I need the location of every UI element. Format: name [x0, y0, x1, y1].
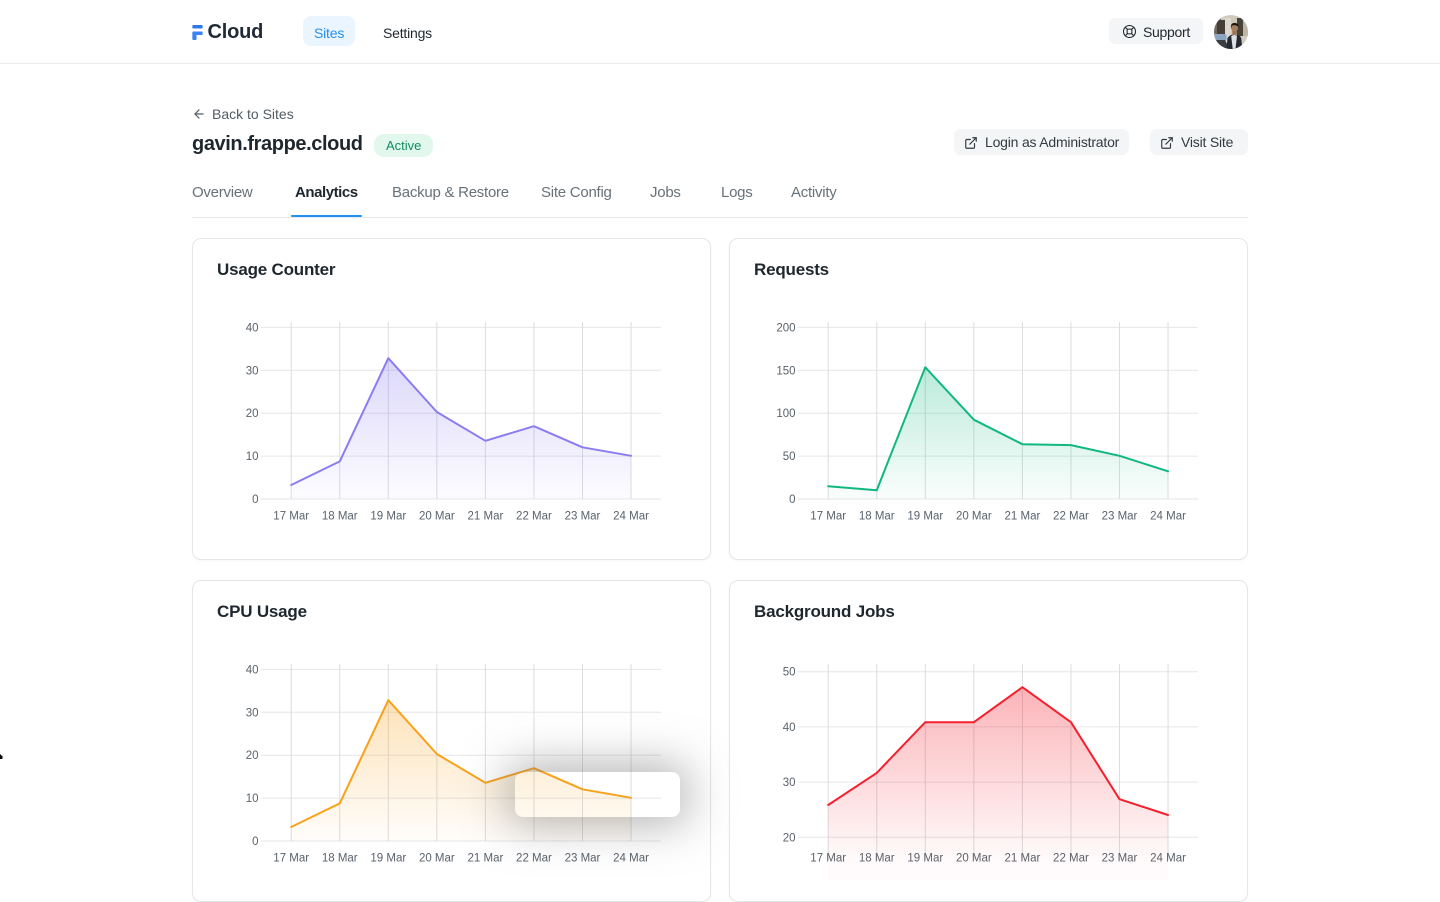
svg-text:0: 0: [252, 494, 258, 506]
svg-text:23 Mar: 23 Mar: [1102, 511, 1138, 523]
svg-text:22 Mar: 22 Mar: [516, 511, 552, 523]
svg-text:21 Mar: 21 Mar: [468, 511, 504, 523]
svg-text:10: 10: [246, 793, 259, 805]
svg-text:22 Mar: 22 Mar: [516, 853, 552, 865]
svg-text:0: 0: [252, 836, 258, 848]
svg-text:17 Mar: 17 Mar: [810, 511, 846, 523]
svg-text:20: 20: [783, 832, 796, 844]
svg-text:23 Mar: 23 Mar: [565, 511, 601, 523]
svg-text:21 Mar: 21 Mar: [1005, 511, 1041, 523]
svg-text:23 Mar: 23 Mar: [565, 853, 601, 865]
svg-text:40: 40: [783, 722, 796, 734]
svg-text:30: 30: [246, 365, 259, 377]
svg-text:21 Mar: 21 Mar: [468, 853, 504, 865]
svg-text:40: 40: [246, 322, 259, 334]
svg-text:10: 10: [246, 451, 259, 463]
svg-text:0: 0: [789, 494, 795, 506]
svg-text:150: 150: [776, 365, 795, 377]
svg-text:22 Mar: 22 Mar: [1053, 511, 1089, 523]
svg-text:18 Mar: 18 Mar: [322, 853, 358, 865]
svg-text:20: 20: [246, 750, 259, 762]
svg-text:20: 20: [246, 408, 259, 420]
svg-text:19 Mar: 19 Mar: [907, 511, 943, 523]
svg-text:30: 30: [783, 777, 796, 789]
svg-text:17 Mar: 17 Mar: [273, 853, 309, 865]
svg-text:50: 50: [783, 451, 796, 463]
svg-text:20 Mar: 20 Mar: [419, 511, 455, 523]
svg-text:24 Mar: 24 Mar: [613, 853, 649, 865]
svg-text:30: 30: [246, 707, 259, 719]
svg-text:50: 50: [783, 667, 796, 679]
svg-text:24 Mar: 24 Mar: [1150, 511, 1186, 523]
svg-text:20 Mar: 20 Mar: [956, 511, 992, 523]
svg-text:19 Mar: 19 Mar: [370, 511, 406, 523]
svg-text:18 Mar: 18 Mar: [859, 511, 895, 523]
svg-text:24 Mar: 24 Mar: [613, 511, 649, 523]
svg-text:200: 200: [776, 322, 795, 334]
svg-text:17 Mar: 17 Mar: [273, 511, 309, 523]
svg-text:19 Mar: 19 Mar: [370, 853, 406, 865]
svg-text:100: 100: [776, 408, 795, 420]
svg-text:18 Mar: 18 Mar: [322, 511, 358, 523]
svg-text:20 Mar: 20 Mar: [419, 853, 455, 865]
svg-text:40: 40: [246, 664, 259, 676]
